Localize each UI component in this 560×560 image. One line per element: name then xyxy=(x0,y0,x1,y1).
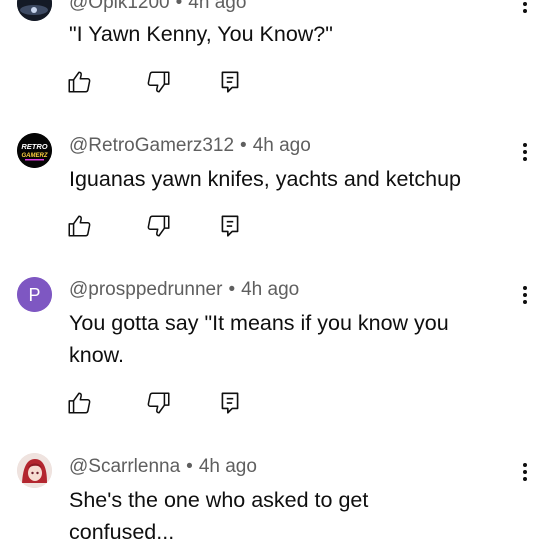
comment-text: "I Yawn Kenny, You Know?" xyxy=(69,22,333,46)
avatar[interactable] xyxy=(17,453,52,488)
comment-meta: @Opik1200 • 4h ago xyxy=(69,0,246,14)
comment-meta: @Scarrlenna • 4h ago xyxy=(69,456,257,478)
comment-time: 4h ago xyxy=(252,135,311,156)
thumbs-down-icon[interactable] xyxy=(146,213,172,239)
thumbs-up-icon[interactable] xyxy=(66,213,92,239)
thumbs-up-icon[interactable] xyxy=(66,69,92,95)
meta-separator: • xyxy=(175,0,183,13)
comment-actions xyxy=(66,69,266,95)
comment-actions xyxy=(66,390,266,416)
comment-text: You gotta say "It means if you know you … xyxy=(69,311,449,367)
more-vertical-icon[interactable] xyxy=(516,0,534,16)
more-vertical-icon[interactable] xyxy=(516,140,534,164)
meta-separator: • xyxy=(186,456,193,477)
author-handle[interactable]: @prospped​runner xyxy=(69,279,222,300)
thumbs-up-icon[interactable] xyxy=(66,390,92,416)
author-handle[interactable]: @RetroGamerz312 xyxy=(69,135,234,156)
comment-text: Iguanas yawn knifes, yachts and ketchup xyxy=(69,167,462,191)
comment-text: She's the one who asked to get confused.… xyxy=(69,488,369,544)
reply-icon[interactable] xyxy=(217,390,243,416)
avatar[interactable]: RETRO GAMERZ xyxy=(17,133,52,168)
comment-actions xyxy=(66,213,266,239)
comment-time: 4h ago xyxy=(198,456,257,477)
reply-icon[interactable] xyxy=(217,213,243,239)
comment-time: 4h ago xyxy=(241,279,300,300)
author-handle[interactable]: @Scarrlenna xyxy=(69,456,180,477)
meta-separator: • xyxy=(240,135,247,156)
avatar[interactable] xyxy=(17,0,52,21)
meta-separator: • xyxy=(228,279,236,300)
thumbs-down-icon[interactable] xyxy=(146,69,172,95)
author-handle[interactable]: @Opik1200 xyxy=(69,0,170,13)
comment-time: 4h ago xyxy=(188,0,247,13)
reply-icon[interactable] xyxy=(217,69,243,95)
comment-meta: @prospped​runner • 4h ago xyxy=(69,279,299,301)
thumbs-down-icon[interactable] xyxy=(146,390,172,416)
avatar-letter: P xyxy=(28,285,40,305)
comment-meta: @RetroGamerz312 • 4h ago xyxy=(69,135,311,157)
svg-text:RETRO: RETRO xyxy=(21,142,47,151)
comments-list: @Opik1200 • 4h ago "I Yawn Kenny, You Know… xyxy=(0,0,560,560)
avatar[interactable]: P xyxy=(17,277,52,312)
more-vertical-icon[interactable] xyxy=(516,460,534,484)
more-vertical-icon[interactable] xyxy=(516,283,534,307)
svg-text:GAMERZ: GAMERZ xyxy=(22,153,48,159)
